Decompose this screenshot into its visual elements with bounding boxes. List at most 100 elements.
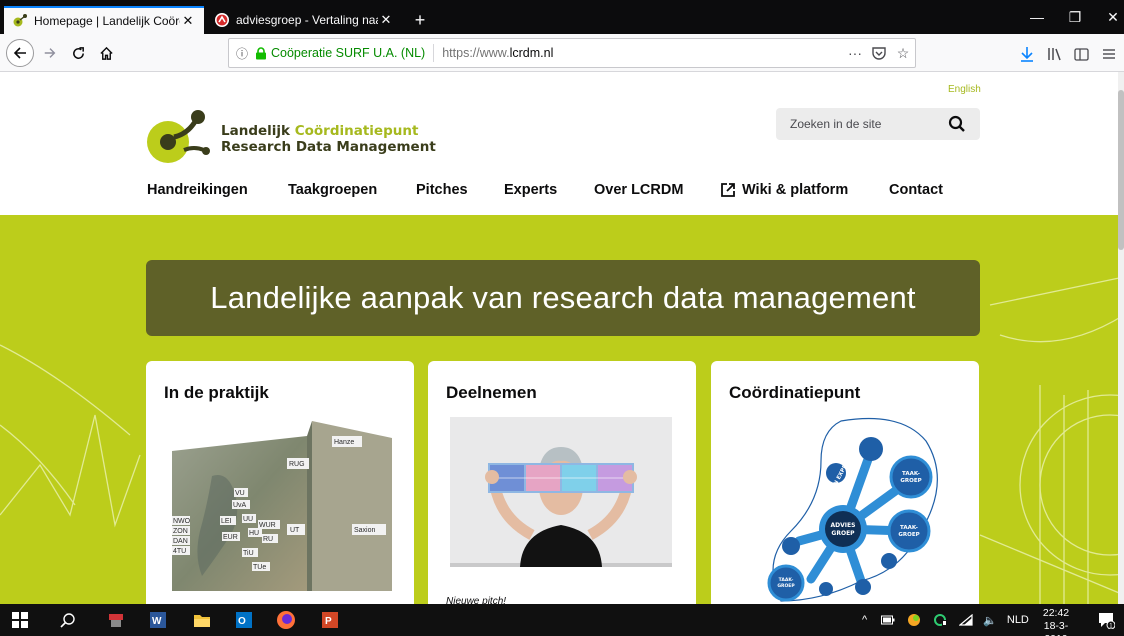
taskbar-app-word[interactable]: W (146, 608, 170, 632)
brand-line-2: Research Data Management (221, 139, 436, 155)
map-label-ut: UT (290, 527, 300, 534)
reload-icon (72, 46, 84, 59)
info-icon[interactable]: ⓘ (231, 45, 253, 62)
map-label-eur: EUR (223, 534, 238, 541)
search-icon (60, 613, 75, 628)
library-icon (1048, 48, 1061, 61)
page-scrollbar[interactable] (1118, 72, 1124, 604)
url-prefix: https://www. (442, 46, 510, 60)
search-input[interactable] (790, 117, 950, 131)
arrow-left-icon (13, 47, 26, 59)
url-host: lcrdm.nl (509, 46, 554, 60)
reload-button[interactable] (64, 39, 92, 67)
brand-word-landelijk: Landelijk (221, 123, 295, 139)
pitch-photo-image (450, 417, 672, 567)
wifi-icon[interactable] (959, 614, 973, 626)
svg-text:P: P (325, 616, 332, 627)
hero-banner-title: Landelijke aanpak van research data mana… (210, 280, 916, 315)
system-clock[interactable]: 22:42 18-3-2019 (1033, 607, 1079, 636)
new-tab-button[interactable]: + (406, 6, 434, 34)
library-button[interactable] (1044, 43, 1066, 65)
menu-item-experts[interactable]: Experts (504, 182, 557, 198)
map-label-zon: ZON (173, 528, 188, 535)
menu-button[interactable] (1098, 43, 1120, 65)
lcrdm-favicon-icon (13, 14, 27, 27)
colorful-app-tray-icon[interactable] (907, 613, 921, 627)
language-indicator[interactable]: NLD (1007, 614, 1029, 626)
tab-title: Homepage | Landelijk Coördina (34, 14, 180, 28)
toolbox-app-icon (109, 614, 123, 627)
notification-icon: 1 (1099, 613, 1115, 629)
new-pitch-note: Nieuwe pitch! (446, 596, 507, 604)
powerpoint-icon: P (322, 612, 338, 628)
scrollbar-thumb[interactable] (1118, 90, 1124, 250)
windows-logo-icon (12, 612, 28, 628)
menu-item-label: Wiki & platform (742, 182, 849, 198)
url-text[interactable]: https://www.lcrdm.nl (442, 46, 843, 60)
netherlands-maps-image: RUG Hanze UT Saxion NWO ZON DAN 4TU UU W… (172, 421, 392, 591)
menu-item-pitches[interactable]: Pitches (416, 182, 468, 198)
diagram-taakgroep-label-2: GROEP (900, 478, 921, 484)
taskbar-app-explorer[interactable] (190, 608, 214, 632)
map-label-nwo: NWO (173, 518, 191, 525)
battery-icon[interactable] (881, 615, 895, 625)
tab-close-icon[interactable]: ✕ (180, 13, 196, 29)
taskbar-app-firefox[interactable] (274, 608, 298, 632)
card-coordinatiepunt[interactable]: Coördinatiepunt ADVIES GROEP TAAK- GROEP… (711, 361, 979, 604)
forward-button[interactable] (36, 39, 64, 67)
card-deelnemen[interactable]: Deelnemen Nieuwe pitch! (428, 361, 696, 604)
card-title: Coördinatiepunt (729, 383, 861, 402)
card-in-de-praktijk[interactable]: In de praktijk RUG Hanze UT Saxion NWO Z… (146, 361, 414, 604)
menu-item-wiki-platform[interactable]: Wiki & platform (720, 182, 848, 198)
lcrdm-logo[interactable] (144, 106, 214, 166)
clock-date: 18-3-2019 (1043, 620, 1069, 636)
site-brand[interactable]: Landelijk Coördinatiepunt Research Data … (221, 123, 436, 155)
tab-close-icon[interactable]: ✕ (378, 12, 394, 28)
home-button[interactable] (92, 39, 120, 67)
volume-icon[interactable]: 🔈 (983, 614, 997, 627)
pocket-icon[interactable] (867, 45, 891, 61)
sidebar-icon (1073, 47, 1089, 61)
sync-tray-icon[interactable] (933, 613, 948, 627)
map-label-4tu: 4TU (173, 548, 186, 555)
tab-lcrdm-homepage[interactable]: Homepage | Landelijk Coördina ✕ (4, 6, 204, 34)
action-center-button[interactable]: 1 (1094, 608, 1118, 632)
downloads-button[interactable] (1016, 43, 1038, 65)
taskbar-app-powerpoint[interactable]: P (318, 608, 342, 632)
menu-item-contact[interactable]: Contact (889, 182, 943, 198)
menu-item-taakgroepen[interactable]: Taakgroepen (288, 182, 377, 198)
english-language-link[interactable]: English (948, 84, 981, 95)
navigation-toolbar: ⓘ Coöperatie SURF U.A. (NL) https://www.… (0, 34, 1124, 72)
clock-time: 22:42 (1042, 607, 1070, 619)
back-button[interactable] (6, 39, 34, 67)
system-tray: ^ 🔈 NLD (862, 604, 1029, 636)
address-bar[interactable]: ⓘ Coöperatie SURF U.A. (NL) https://www.… (228, 38, 916, 68)
close-window-icon[interactable]: ✕ (1090, 0, 1124, 34)
show-hidden-icons-icon[interactable]: ^ (862, 614, 867, 626)
home-icon (99, 46, 113, 60)
brand-word-coordinatiepunt: Coördinatiepunt (294, 123, 419, 139)
start-button[interactable] (8, 608, 32, 632)
taskbar-app-outlook[interactable]: O (232, 608, 256, 632)
lock-icon[interactable] (253, 46, 269, 60)
map-label-rug: RUG (289, 461, 305, 468)
page-actions-icon[interactable]: ··· (843, 45, 867, 61)
map-label-hu: HU (249, 530, 259, 537)
arrow-right-icon (44, 48, 56, 58)
menu-item-handreikingen[interactable]: Handreikingen (147, 182, 248, 198)
map-label-vu: VU (235, 490, 245, 497)
diagram-taakgroep-label: TAAK- (902, 471, 920, 477)
coordination-network-diagram: ADVIES GROEP TAAK- GROEP TAAK- GROEP TAA… (767, 418, 938, 602)
sidebar-button[interactable] (1070, 43, 1092, 65)
word-icon: W (150, 612, 166, 628)
taskbar-app-tool[interactable] (104, 608, 128, 632)
map-label-wur: WUR (259, 522, 276, 529)
tab-adviesgroep[interactable]: adviesgroep - Vertaling naar D ✕ (206, 6, 402, 34)
map-label-uu: UU (243, 516, 253, 523)
bookmark-star-icon[interactable]: ☆ (891, 45, 915, 62)
search-taskbar-button[interactable] (56, 608, 80, 632)
search-icon[interactable] (948, 115, 966, 133)
svg-text:O: O (238, 616, 246, 627)
menu-item-over-lcrdm[interactable]: Over LCRDM (594, 182, 683, 198)
download-arrow-icon (1021, 47, 1033, 62)
